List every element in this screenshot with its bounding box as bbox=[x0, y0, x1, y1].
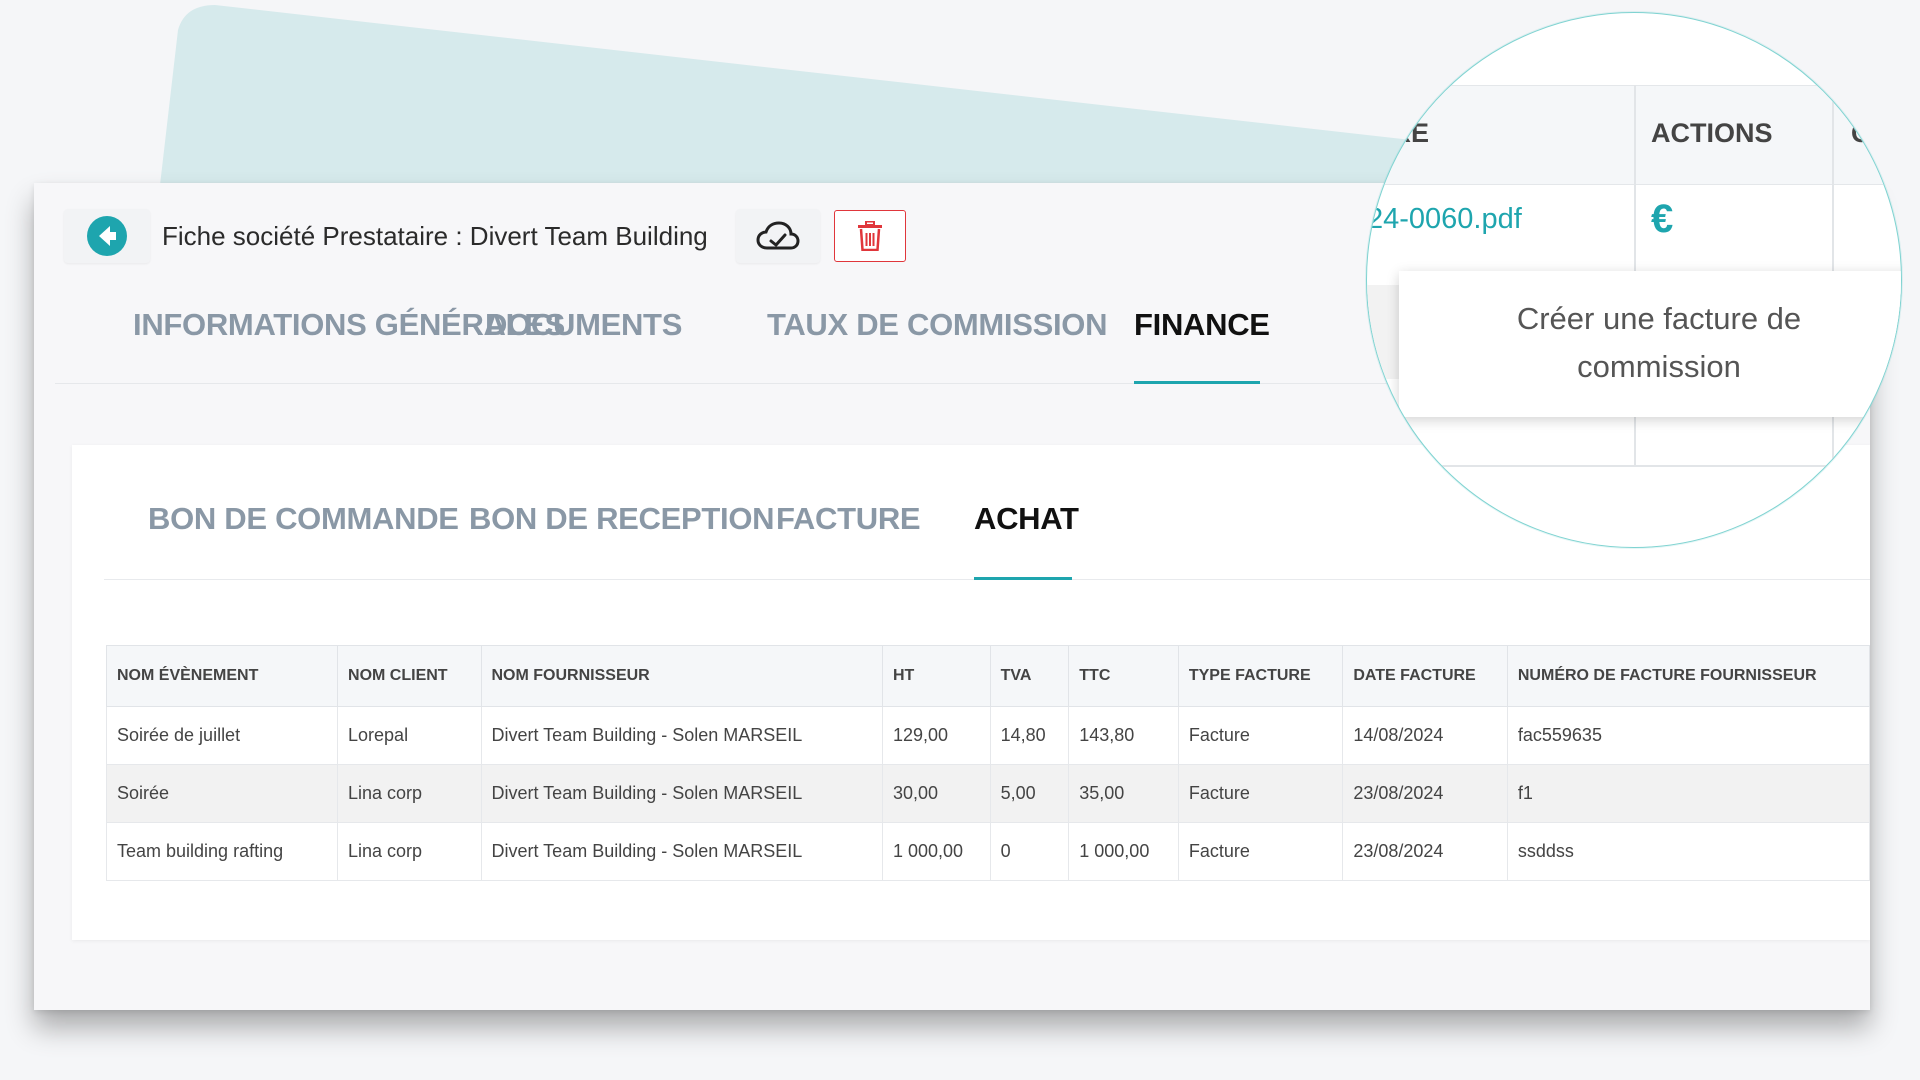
cloud-sync-icon bbox=[756, 221, 800, 250]
cell-supplier-name: Divert Team Building - Solen MARSEIL bbox=[480, 706, 883, 765]
trash-icon bbox=[857, 221, 882, 251]
cell-supplier-name: Divert Team Building - Solen MARSEIL bbox=[480, 764, 883, 823]
cell-ttc: 143,80 bbox=[1068, 706, 1179, 765]
cell-invoice-type: Facture bbox=[1177, 764, 1344, 823]
cell-invoice-date: 23/08/2024 bbox=[1342, 822, 1508, 881]
cell-client-name: Lorepal bbox=[337, 706, 482, 765]
cell-invoice-date: 23/08/2024 bbox=[1342, 764, 1508, 823]
cell-event-name: Soirée bbox=[105, 764, 339, 823]
table-header-row: NOM ÉVÈNEMENT NOM CLIENT NOM FOURNISSEUR… bbox=[105, 645, 1870, 707]
magnified-table-section: URE ACTIONS C 24-0060.pdf € € Créer une … bbox=[1367, 13, 1901, 547]
cell-invoice-type: Facture bbox=[1177, 822, 1344, 881]
page-header: Fiche société Prestataire : Divert Team … bbox=[64, 209, 906, 263]
invoice-file-link[interactable]: 24-0060.pdf bbox=[1367, 203, 1522, 236]
magnified-header-facture: URE bbox=[1372, 118, 1430, 148]
column-header[interactable]: TYPE FACTURE bbox=[1177, 645, 1344, 707]
cell-supplier-name: Divert Team Building - Solen MARSEIL bbox=[480, 822, 883, 881]
cell-ht: 30,00 bbox=[881, 764, 991, 823]
cell-ttc: 1 000,00 bbox=[1068, 822, 1179, 881]
column-header[interactable]: DATE FACTURE bbox=[1342, 645, 1508, 707]
cell-client-name: Lina corp bbox=[337, 764, 482, 823]
column-header[interactable]: NOM FOURNISSEUR bbox=[480, 645, 883, 707]
purchases-table: NOM ÉVÈNEMENT NOM CLIENT NOM FOURNISSEUR… bbox=[105, 645, 1870, 881]
tooltip-text-line-1: Créer une facture de bbox=[1516, 301, 1802, 336]
cell-supplier-invoice-number: ssddss bbox=[1506, 822, 1870, 881]
magnifier-callout: URE ACTIONS C 24-0060.pdf € € Créer une … bbox=[1366, 12, 1902, 548]
tab-documents[interactable]: DOCUMENTS bbox=[485, 307, 682, 343]
create-commission-invoice-euro-icon[interactable]: € bbox=[1651, 197, 1673, 242]
cell-event-name: Soirée de juillet bbox=[105, 706, 339, 765]
cell-event-name: Team building rafting bbox=[105, 822, 339, 881]
cell-ttc: 35,00 bbox=[1068, 764, 1179, 823]
tab-finance[interactable]: FINANCE bbox=[1134, 307, 1270, 343]
subtab-facture[interactable]: FACTURE bbox=[776, 501, 921, 537]
subtab-bon-de-reception[interactable]: BON DE RECEPTION bbox=[469, 501, 775, 537]
cell-ht: 1 000,00 bbox=[881, 822, 991, 881]
tooltip-create-commission-invoice: Créer une facture de commission bbox=[1399, 271, 1901, 417]
cell-tva: 5,00 bbox=[989, 764, 1070, 823]
cell-supplier-invoice-number: f1 bbox=[1506, 764, 1870, 823]
column-header[interactable]: NOM ÉVÈNEMENT bbox=[105, 645, 339, 707]
tab-taux-de-commission[interactable]: TAUX DE COMMISSION bbox=[767, 307, 1108, 343]
magnified-header-actions: ACTIONS bbox=[1651, 118, 1773, 148]
cell-supplier-invoice-number: fac559635 bbox=[1506, 706, 1870, 765]
page-title: Fiche société Prestataire : Divert Team … bbox=[162, 220, 708, 251]
active-tab-indicator bbox=[1134, 381, 1260, 384]
cell-ht: 129,00 bbox=[881, 706, 991, 765]
magnified-header-next: C bbox=[1851, 118, 1871, 148]
tooltip-text-line-2: commission bbox=[1577, 349, 1741, 384]
column-header[interactable]: TTC bbox=[1068, 645, 1179, 707]
column-header[interactable]: HT bbox=[881, 645, 991, 707]
column-header[interactable]: NOM CLIENT bbox=[337, 645, 482, 707]
column-header[interactable]: TVA bbox=[989, 645, 1070, 707]
active-subtab-indicator bbox=[974, 577, 1072, 580]
cell-invoice-type: Facture bbox=[1177, 706, 1344, 765]
back-button[interactable] bbox=[64, 209, 150, 263]
table-row[interactable]: Soirée Lina corp Divert Team Building - … bbox=[105, 764, 1870, 823]
delete-button[interactable] bbox=[833, 210, 906, 262]
cell-tva: 0 bbox=[989, 822, 1070, 881]
cell-invoice-date: 14/08/2024 bbox=[1342, 706, 1508, 765]
cell-client-name: Lina corp bbox=[337, 822, 482, 881]
cell-tva: 14,80 bbox=[989, 706, 1070, 765]
row-divider bbox=[1367, 465, 1901, 467]
table-row[interactable]: Soirée de juillet Lorepal Divert Team Bu… bbox=[105, 706, 1870, 765]
table-row[interactable]: Team building rafting Lina corp Divert T… bbox=[105, 822, 1870, 881]
cloud-sync-button[interactable] bbox=[735, 209, 820, 263]
column-header[interactable]: NUMÉRO DE FACTURE FOURNISSEUR bbox=[1506, 645, 1870, 707]
subtab-bon-de-commande[interactable]: BON DE COMMANDE bbox=[148, 501, 459, 537]
subtab-achat[interactable]: ACHAT bbox=[974, 501, 1079, 537]
arrow-left-circle-icon bbox=[87, 216, 127, 256]
